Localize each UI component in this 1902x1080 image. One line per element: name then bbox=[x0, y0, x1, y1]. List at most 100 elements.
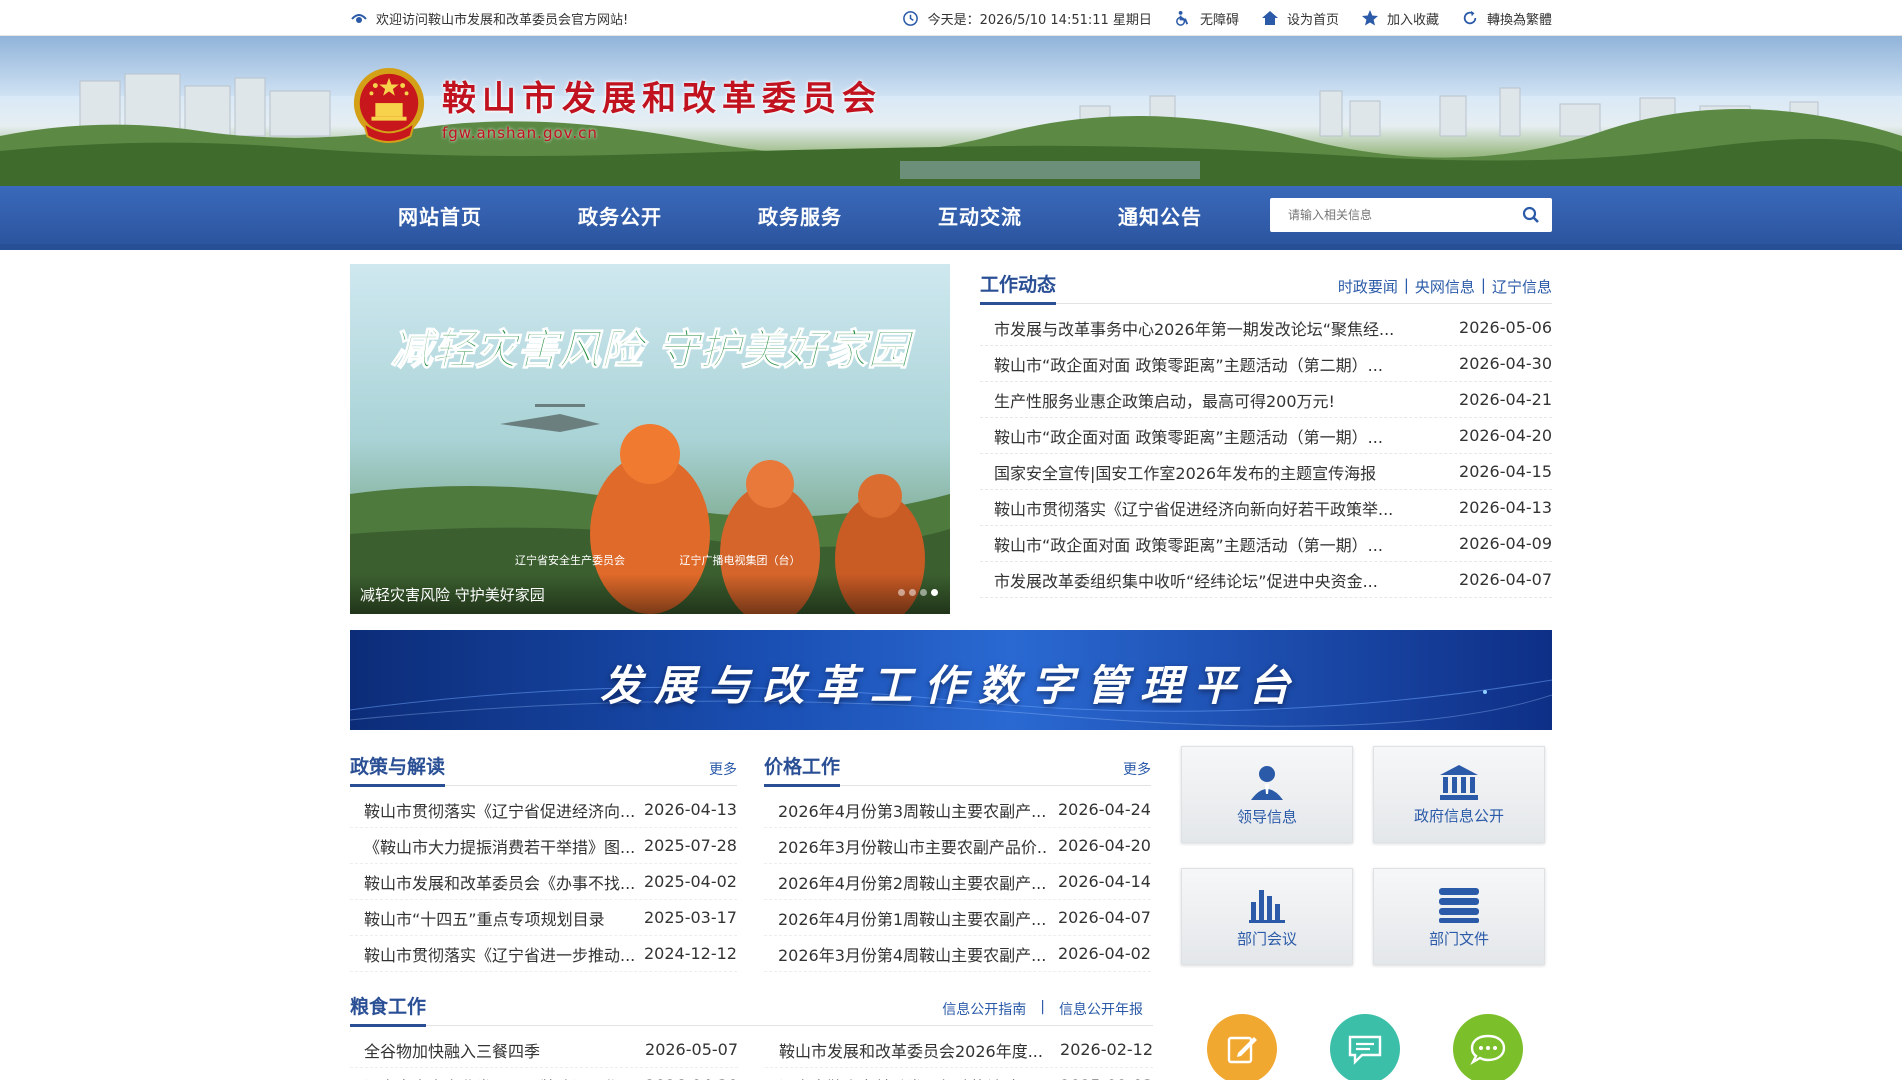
platform-banner[interactable]: 发展与改革工作数字管理平台 bbox=[350, 630, 1552, 730]
slider-dot[interactable] bbox=[920, 589, 927, 596]
tile-gov-info[interactable]: 政府信息公开 bbox=[1372, 746, 1545, 843]
slider-dot-active[interactable] bbox=[931, 589, 938, 596]
tile-label: 部门文件 bbox=[1428, 930, 1489, 948]
list-item-title[interactable]: 2026年3月份鞍山市主要农副产品价... bbox=[778, 834, 1048, 858]
list-item[interactable]: 鞍山市“十四五”重点专项规划目录 2025-03-17 bbox=[350, 900, 737, 936]
accessibility-label: 无障碍 bbox=[1199, 12, 1239, 28]
list-item[interactable]: 鞍山市贯彻落实《辽宁省促进经济向... 2026-04-13 bbox=[350, 792, 737, 828]
list-item-title[interactable]: 辽宁省大米产业发展及品牌建设工作... bbox=[364, 1074, 634, 1080]
favorite-link[interactable]: 加入收藏 bbox=[1361, 9, 1439, 28]
list-item-title[interactable]: 2026年3月份第4周鞍山主要农副产... bbox=[778, 942, 1046, 966]
policy-more-link[interactable]: 更多 bbox=[709, 759, 737, 779]
list-item-title[interactable]: 鞍山市“政企面对面 政策零距离”主题活动（第一期）... bbox=[994, 424, 1383, 448]
list-item-date: 2024-12-12 bbox=[644, 944, 737, 963]
list-item-date: 2026-04-15 bbox=[1459, 462, 1552, 481]
tile-dept-meeting[interactable]: 部门会议 bbox=[1180, 868, 1353, 965]
tile-label: 领导信息 bbox=[1236, 808, 1297, 826]
tile-leader-info[interactable]: 领导信息 bbox=[1180, 746, 1353, 843]
list-item-date: 2026-05-06 bbox=[1459, 318, 1552, 337]
list-item[interactable]: 2026年4月份第2周鞍山主要农副产... 2026-04-14 bbox=[763, 864, 1151, 900]
nav-home[interactable]: 网站首页 bbox=[350, 201, 530, 230]
traditional-link[interactable]: 轉換為繁體 bbox=[1461, 9, 1552, 28]
round-button-message[interactable] bbox=[1330, 1014, 1400, 1080]
list-item-title[interactable]: 2026年4月份第3周鞍山主要农副产... bbox=[778, 798, 1046, 822]
list-item-title[interactable]: 鞍山市发展和改革委员会2026年度... bbox=[779, 1038, 1043, 1062]
top-bar: 欢迎访问鞍山市发展和改革委员会官方网站! 今天是：2026/5/10 14:51… bbox=[0, 0, 1902, 36]
list-item[interactable]: 鞍山市“政企面对面 政策零距离”主题活动（第一期）... 2026-04-20 bbox=[980, 418, 1552, 454]
list-item[interactable]: 《鞍山市大力提振消费若干举措》图... 2025-07-28 bbox=[350, 828, 737, 864]
round-button-write[interactable] bbox=[1207, 1014, 1277, 1080]
link-central-news[interactable]: 央网信息 bbox=[1415, 276, 1475, 297]
list-item[interactable]: 辽宁省大米产业发展及品牌建设工作... 2026-04-30 bbox=[350, 1068, 738, 1080]
list-item[interactable]: 市发展与改革事务中心2026年第一期发改论坛“聚焦经... 2026-05-06 bbox=[980, 310, 1552, 346]
list-item[interactable]: 国家安全宣传|国安工作室2026年发布的主题宣传海报 2026-04-15 bbox=[980, 454, 1552, 490]
nav-interaction[interactable]: 互动交流 bbox=[890, 201, 1070, 230]
list-item-title[interactable]: 鞍山市“政企面对面 政策零距离”主题活动（第二期）... bbox=[994, 352, 1383, 376]
search-input[interactable] bbox=[1288, 208, 1520, 222]
link-separator: | bbox=[1403, 276, 1409, 294]
list-item-title[interactable]: 鞍山市贯彻落实《辽宁省进一步推动... bbox=[364, 942, 634, 966]
wheelchair-icon bbox=[1174, 9, 1192, 27]
list-item[interactable]: 鞍山市“政企面对面 政策零距离”主题活动（第二期）... 2026-04-30 bbox=[980, 346, 1552, 382]
work-news-title[interactable]: 工作动态 bbox=[980, 270, 1057, 305]
list-item-date: 2026-04-21 bbox=[1459, 390, 1552, 409]
list-item-title[interactable]: 2026年4月份第2周鞍山主要农副产... bbox=[778, 870, 1046, 894]
tile-dept-docs[interactable]: 部门文件 bbox=[1372, 868, 1545, 965]
list-item[interactable]: 全谷物加快融入三餐四季 2026-05-07 bbox=[350, 1032, 738, 1068]
list-item[interactable]: 鞍山市发展和改革委员会《办事不找... 2025-04-02 bbox=[350, 864, 737, 900]
list-item[interactable]: 生产性服务业惠企政策启动，最高可得200万元! 2026-04-21 bbox=[980, 382, 1552, 418]
link-disclosure-report[interactable]: 信息公开年报 bbox=[1059, 999, 1143, 1019]
list-item-title[interactable]: 2026年4月份第1周鞍山主要农副产... bbox=[778, 906, 1046, 930]
list-item-title[interactable]: 《鞍山市大力提振消费若干举措》图... bbox=[364, 834, 634, 858]
link-separator: | bbox=[1480, 276, 1486, 294]
list-item[interactable]: 辽宁省鞍山市鼓励发展行政执法队？... 2025-09-03 bbox=[765, 1068, 1153, 1080]
list-item-title[interactable]: 国家安全宣传|国安工作室2026年发布的主题宣传海报 bbox=[994, 460, 1376, 484]
policy-list: 鞍山市贯彻落实《辽宁省促进经济向... 2026-04-13 《鞍山市大力提振消费若… bbox=[350, 792, 737, 972]
list-item-title[interactable]: 鞍山市“政企面对面 政策零距离”主题活动（第一期）... bbox=[994, 532, 1383, 556]
nav-gov-affairs[interactable]: 政务公开 bbox=[530, 201, 710, 230]
list-item-date: 2025-04-02 bbox=[644, 872, 737, 891]
set-home-link[interactable]: 设为首页 bbox=[1261, 9, 1339, 28]
price-title[interactable]: 价格工作 bbox=[763, 752, 841, 787]
list-item-title[interactable]: 鞍山市贯彻落实《辽宁省促进经济向新向好若干政策举... bbox=[994, 496, 1393, 520]
site-title: 鞍山市发展和改革委员会 bbox=[442, 78, 882, 119]
list-item[interactable]: 鞍山市贯彻落实《辽宁省促进经济向新向好若干政策举... 2026-04-13 bbox=[980, 490, 1552, 526]
search-button[interactable] bbox=[1520, 204, 1542, 226]
list-item[interactable]: 鞍山市“政企面对面 政策零距离”主题活动（第一期）... 2026-04-09 bbox=[980, 526, 1552, 562]
link-liaoning-news[interactable]: 辽宁信息 bbox=[1492, 276, 1552, 297]
link-politics-news[interactable]: 时政要闻 bbox=[1338, 276, 1398, 297]
list-item-title[interactable]: 辽宁省鞍山市鼓励发展行政执法队？... bbox=[779, 1074, 1049, 1080]
list-item[interactable]: 市发展改革委组织集中收听“经纬论坛”促进中央资金... 2026-04-07 bbox=[980, 562, 1552, 598]
list-item-title[interactable]: 鞍山市发展和改革委员会《办事不找... bbox=[364, 870, 634, 894]
accessibility-link[interactable]: 无障碍 bbox=[1174, 9, 1239, 28]
slider-sub-right: 辽宁广播电视集团（台） bbox=[680, 553, 801, 567]
list-item-title[interactable]: 市发展改革委组织集中收听“经纬论坛”促进中央资金... bbox=[994, 568, 1378, 592]
policy-title[interactable]: 政策与解读 bbox=[350, 752, 446, 787]
image-slider[interactable]: 减轻灾害风险 守护美好家园 辽宁省安全生产委员会 辽宁广播电视集团（台） 减轻灾… bbox=[350, 264, 950, 614]
search-box bbox=[1270, 198, 1552, 232]
list-item[interactable]: 2026年4月份第3周鞍山主要农副产... 2026-04-24 bbox=[763, 792, 1151, 828]
list-item[interactable]: 鞍山市贯彻落实《辽宁省进一步推动... 2024-12-12 bbox=[350, 936, 737, 972]
list-item[interactable]: 鞍山市发展和改革委员会2026年度... 2026-02-12 bbox=[765, 1032, 1153, 1068]
slider-dot[interactable] bbox=[898, 589, 905, 596]
nav-gov-service[interactable]: 政务服务 bbox=[710, 201, 890, 230]
list-item-date: 2026-04-30 bbox=[1459, 354, 1552, 373]
list-item[interactable]: 2026年3月份鞍山市主要农副产品价... 2026-04-20 bbox=[763, 828, 1151, 864]
list-item-date: 2026-04-30 bbox=[645, 1076, 738, 1080]
price-more-link[interactable]: 更多 bbox=[1123, 759, 1151, 779]
list-item[interactable]: 2026年3月份第4周鞍山主要农副产... 2026-04-02 bbox=[763, 936, 1151, 972]
list-item-title[interactable]: 全谷物加快融入三餐四季 bbox=[364, 1038, 540, 1062]
list-item-title[interactable]: 鞍山市“十四五”重点专项规划目录 bbox=[364, 906, 605, 930]
list-item-date: 2026-04-13 bbox=[1459, 498, 1552, 517]
list-item[interactable]: 2026年4月份第1周鞍山主要农副产... 2026-04-07 bbox=[763, 900, 1151, 936]
list-item-title[interactable]: 市发展与改革事务中心2026年第一期发改论坛“聚焦经... bbox=[994, 316, 1394, 340]
slider-dot[interactable] bbox=[909, 589, 916, 596]
link-disclosure-guide[interactable]: 信息公开指南 bbox=[942, 999, 1026, 1019]
stacked-documents-icon bbox=[1438, 888, 1479, 923]
nav-notices[interactable]: 通知公告 bbox=[1070, 201, 1250, 230]
grain-title[interactable]: 粮食工作 bbox=[350, 992, 427, 1027]
list-item-title[interactable]: 生产性服务业惠企政策启动，最高可得200万元! bbox=[994, 388, 1335, 412]
round-button-chat[interactable] bbox=[1453, 1014, 1523, 1080]
list-item-title[interactable]: 鞍山市贯彻落实《辽宁省促进经济向... bbox=[364, 798, 634, 822]
list-item-date: 2026-04-14 bbox=[1057, 872, 1151, 891]
